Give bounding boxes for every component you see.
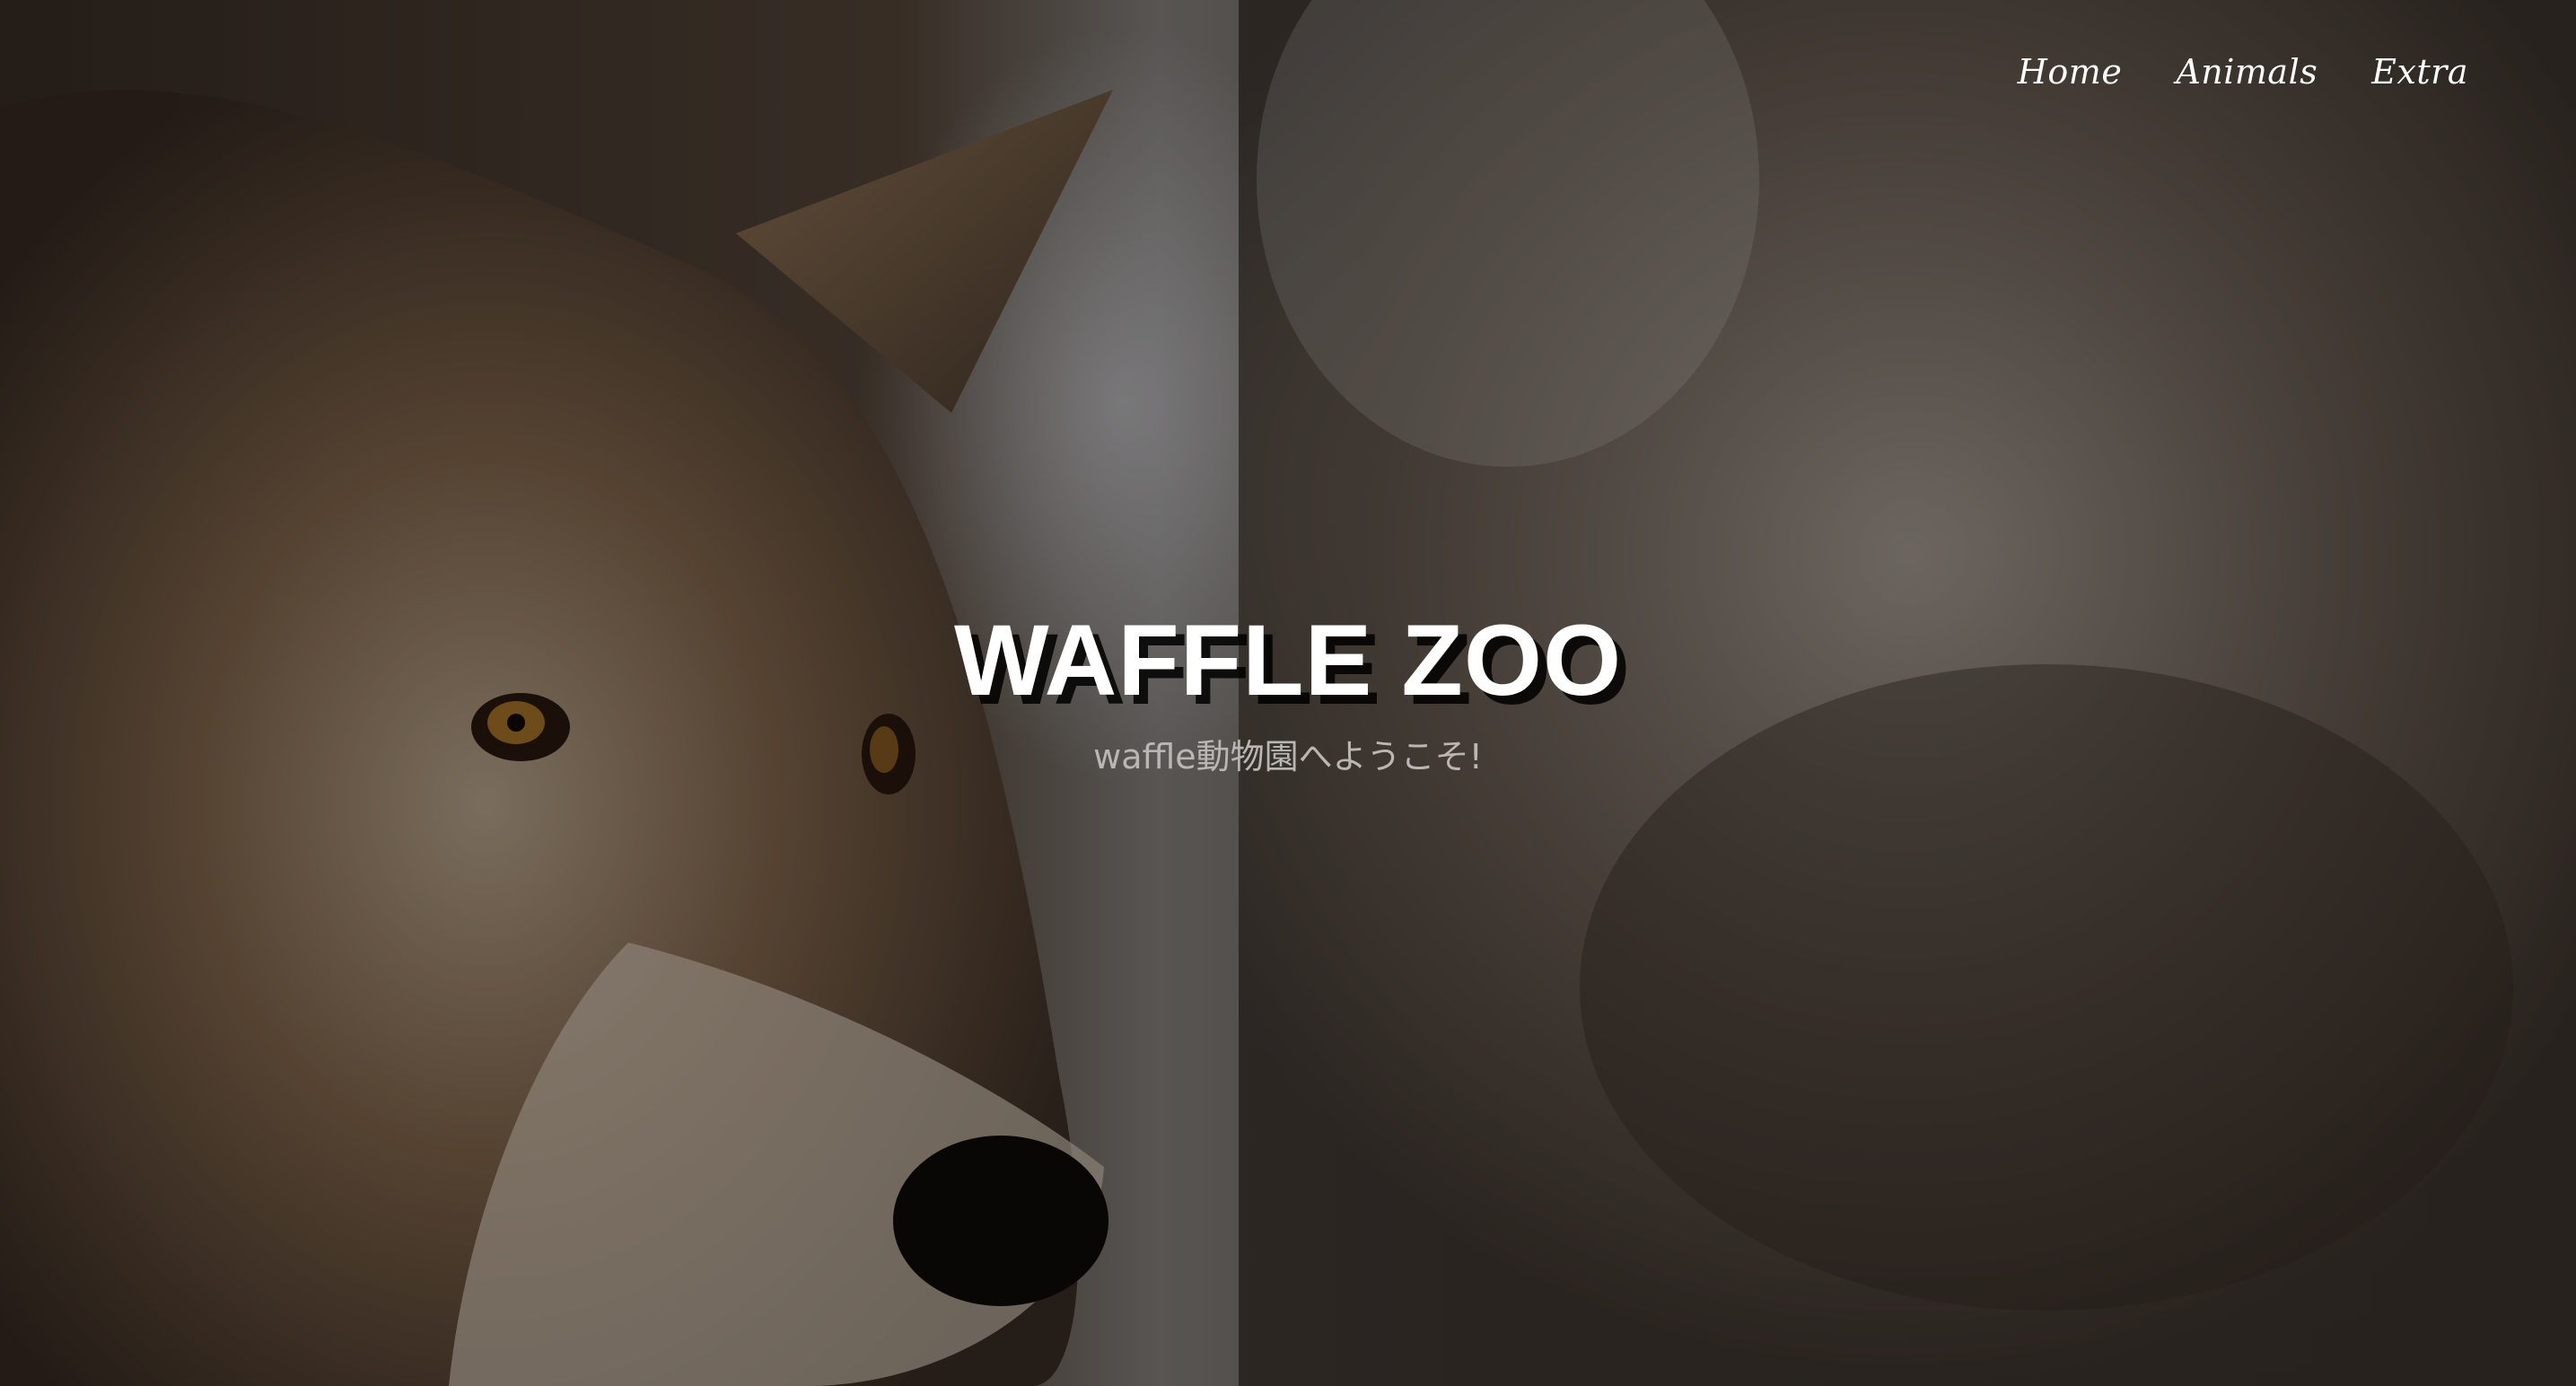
nav-item-animals[interactable]: Animals — [2176, 52, 2318, 92]
hero-section: Home Animals Extra WAFFLE ZOO waffle動物園へ… — [0, 0, 2576, 1386]
hero-title-block: WAFFLE ZOO waffle動物園へようこそ! — [0, 610, 2576, 778]
nav-item-home[interactable]: Home — [2018, 52, 2123, 92]
site-subtitle: waffle動物園へようこそ! — [1093, 737, 1483, 776]
nav-item-extra[interactable]: Extra — [2371, 52, 2468, 92]
site-title: WAFFLE ZOO — [953, 604, 1623, 716]
main-navigation: Home Animals Extra — [2018, 52, 2468, 92]
